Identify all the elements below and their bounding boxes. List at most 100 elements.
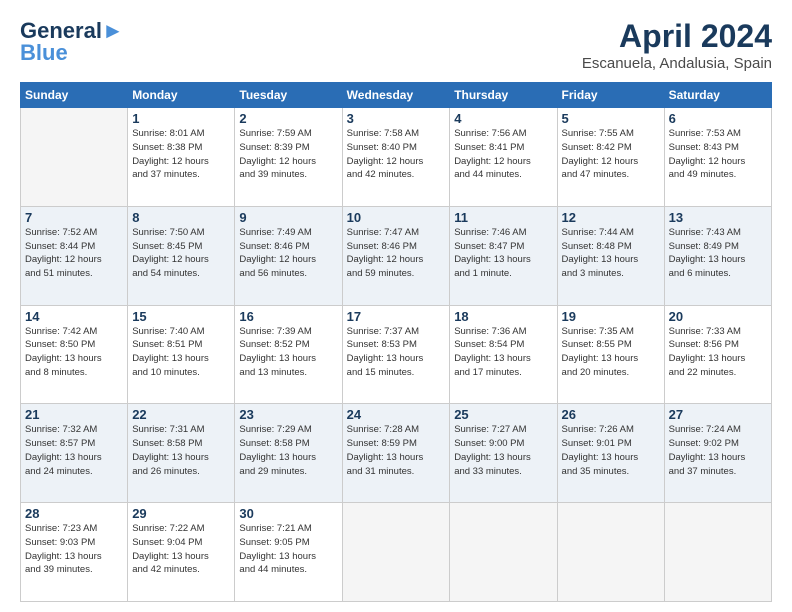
day-number: 13 xyxy=(669,210,767,225)
table-row: 16Sunrise: 7:39 AM Sunset: 8:52 PM Dayli… xyxy=(235,305,342,404)
table-row: 19Sunrise: 7:35 AM Sunset: 8:55 PM Dayli… xyxy=(557,305,664,404)
day-number: 4 xyxy=(454,111,552,126)
table-row: 18Sunrise: 7:36 AM Sunset: 8:54 PM Dayli… xyxy=(450,305,557,404)
day-number: 25 xyxy=(454,407,552,422)
day-number: 16 xyxy=(239,309,337,324)
table-row: 20Sunrise: 7:33 AM Sunset: 8:56 PM Dayli… xyxy=(664,305,771,404)
col-tuesday: Tuesday xyxy=(235,83,342,108)
table-row xyxy=(450,503,557,602)
table-row: 10Sunrise: 7:47 AM Sunset: 8:46 PM Dayli… xyxy=(342,206,450,305)
day-number: 11 xyxy=(454,210,552,225)
col-wednesday: Wednesday xyxy=(342,83,450,108)
day-number: 23 xyxy=(239,407,337,422)
table-row: 30Sunrise: 7:21 AM Sunset: 9:05 PM Dayli… xyxy=(235,503,342,602)
table-row: 29Sunrise: 7:22 AM Sunset: 9:04 PM Dayli… xyxy=(128,503,235,602)
table-row: 1Sunrise: 8:01 AM Sunset: 8:38 PM Daylig… xyxy=(128,108,235,207)
table-row: 7Sunrise: 7:52 AM Sunset: 8:44 PM Daylig… xyxy=(21,206,128,305)
day-number: 3 xyxy=(347,111,446,126)
table-row: 4Sunrise: 7:56 AM Sunset: 8:41 PM Daylig… xyxy=(450,108,557,207)
page: General► Blue April 2024 Escanuela, Anda… xyxy=(0,0,792,612)
day-info: Sunrise: 7:24 AM Sunset: 9:02 PM Dayligh… xyxy=(669,423,767,478)
day-info: Sunrise: 7:33 AM Sunset: 8:56 PM Dayligh… xyxy=(669,325,767,380)
day-number: 12 xyxy=(562,210,660,225)
day-info: Sunrise: 7:53 AM Sunset: 8:43 PM Dayligh… xyxy=(669,127,767,182)
table-row: 28Sunrise: 7:23 AM Sunset: 9:03 PM Dayli… xyxy=(21,503,128,602)
day-info: Sunrise: 7:50 AM Sunset: 8:45 PM Dayligh… xyxy=(132,226,230,281)
day-info: Sunrise: 7:37 AM Sunset: 8:53 PM Dayligh… xyxy=(347,325,446,380)
table-row: 22Sunrise: 7:31 AM Sunset: 8:58 PM Dayli… xyxy=(128,404,235,503)
day-number: 5 xyxy=(562,111,660,126)
day-number: 26 xyxy=(562,407,660,422)
day-number: 7 xyxy=(25,210,123,225)
table-row xyxy=(664,503,771,602)
day-info: Sunrise: 7:52 AM Sunset: 8:44 PM Dayligh… xyxy=(25,226,123,281)
day-number: 14 xyxy=(25,309,123,324)
day-info: Sunrise: 7:28 AM Sunset: 8:59 PM Dayligh… xyxy=(347,423,446,478)
day-info: Sunrise: 7:39 AM Sunset: 8:52 PM Dayligh… xyxy=(239,325,337,380)
day-number: 22 xyxy=(132,407,230,422)
col-saturday: Saturday xyxy=(664,83,771,108)
col-sunday: Sunday xyxy=(21,83,128,108)
table-row xyxy=(557,503,664,602)
day-info: Sunrise: 7:46 AM Sunset: 8:47 PM Dayligh… xyxy=(454,226,552,281)
day-number: 8 xyxy=(132,210,230,225)
table-row: 21Sunrise: 7:32 AM Sunset: 8:57 PM Dayli… xyxy=(21,404,128,503)
table-row: 23Sunrise: 7:29 AM Sunset: 8:58 PM Dayli… xyxy=(235,404,342,503)
day-info: Sunrise: 7:55 AM Sunset: 8:42 PM Dayligh… xyxy=(562,127,660,182)
day-number: 19 xyxy=(562,309,660,324)
table-row: 3Sunrise: 7:58 AM Sunset: 8:40 PM Daylig… xyxy=(342,108,450,207)
day-info: Sunrise: 7:31 AM Sunset: 8:58 PM Dayligh… xyxy=(132,423,230,478)
day-number: 18 xyxy=(454,309,552,324)
table-row: 14Sunrise: 7:42 AM Sunset: 8:50 PM Dayli… xyxy=(21,305,128,404)
calendar-week-row: 7Sunrise: 7:52 AM Sunset: 8:44 PM Daylig… xyxy=(21,206,772,305)
calendar-week-row: 1Sunrise: 8:01 AM Sunset: 8:38 PM Daylig… xyxy=(21,108,772,207)
day-info: Sunrise: 7:47 AM Sunset: 8:46 PM Dayligh… xyxy=(347,226,446,281)
calendar-subtitle: Escanuela, Andalusia, Spain xyxy=(582,55,772,72)
day-number: 20 xyxy=(669,309,767,324)
header: General► Blue April 2024 Escanuela, Anda… xyxy=(20,18,772,72)
table-row xyxy=(342,503,450,602)
day-info: Sunrise: 7:43 AM Sunset: 8:49 PM Dayligh… xyxy=(669,226,767,281)
table-row: 24Sunrise: 7:28 AM Sunset: 8:59 PM Dayli… xyxy=(342,404,450,503)
table-row: 25Sunrise: 7:27 AM Sunset: 9:00 PM Dayli… xyxy=(450,404,557,503)
calendar-week-row: 14Sunrise: 7:42 AM Sunset: 8:50 PM Dayli… xyxy=(21,305,772,404)
day-number: 15 xyxy=(132,309,230,324)
calendar-title: April 2024 xyxy=(582,18,772,55)
day-info: Sunrise: 7:26 AM Sunset: 9:01 PM Dayligh… xyxy=(562,423,660,478)
logo: General► Blue xyxy=(20,18,124,66)
day-info: Sunrise: 7:23 AM Sunset: 9:03 PM Dayligh… xyxy=(25,522,123,577)
day-info: Sunrise: 7:21 AM Sunset: 9:05 PM Dayligh… xyxy=(239,522,337,577)
day-number: 27 xyxy=(669,407,767,422)
day-info: Sunrise: 7:58 AM Sunset: 8:40 PM Dayligh… xyxy=(347,127,446,182)
header-row: Sunday Monday Tuesday Wednesday Thursday… xyxy=(21,83,772,108)
table-row: 15Sunrise: 7:40 AM Sunset: 8:51 PM Dayli… xyxy=(128,305,235,404)
day-info: Sunrise: 7:40 AM Sunset: 8:51 PM Dayligh… xyxy=(132,325,230,380)
day-number: 30 xyxy=(239,506,337,521)
table-row: 6Sunrise: 7:53 AM Sunset: 8:43 PM Daylig… xyxy=(664,108,771,207)
day-number: 1 xyxy=(132,111,230,126)
day-number: 29 xyxy=(132,506,230,521)
day-info: Sunrise: 7:35 AM Sunset: 8:55 PM Dayligh… xyxy=(562,325,660,380)
table-row: 13Sunrise: 7:43 AM Sunset: 8:49 PM Dayli… xyxy=(664,206,771,305)
table-row: 26Sunrise: 7:26 AM Sunset: 9:01 PM Dayli… xyxy=(557,404,664,503)
table-row: 11Sunrise: 7:46 AM Sunset: 8:47 PM Dayli… xyxy=(450,206,557,305)
day-info: Sunrise: 7:44 AM Sunset: 8:48 PM Dayligh… xyxy=(562,226,660,281)
calendar-table: Sunday Monday Tuesday Wednesday Thursday… xyxy=(20,82,772,602)
calendar-week-row: 21Sunrise: 7:32 AM Sunset: 8:57 PM Dayli… xyxy=(21,404,772,503)
day-info: Sunrise: 7:22 AM Sunset: 9:04 PM Dayligh… xyxy=(132,522,230,577)
title-block: April 2024 Escanuela, Andalusia, Spain xyxy=(582,18,772,72)
day-info: Sunrise: 7:59 AM Sunset: 8:39 PM Dayligh… xyxy=(239,127,337,182)
day-info: Sunrise: 8:01 AM Sunset: 8:38 PM Dayligh… xyxy=(132,127,230,182)
day-number: 2 xyxy=(239,111,337,126)
table-row: 9Sunrise: 7:49 AM Sunset: 8:46 PM Daylig… xyxy=(235,206,342,305)
table-row: 8Sunrise: 7:50 AM Sunset: 8:45 PM Daylig… xyxy=(128,206,235,305)
day-info: Sunrise: 7:42 AM Sunset: 8:50 PM Dayligh… xyxy=(25,325,123,380)
day-number: 9 xyxy=(239,210,337,225)
day-number: 6 xyxy=(669,111,767,126)
table-row: 2Sunrise: 7:59 AM Sunset: 8:39 PM Daylig… xyxy=(235,108,342,207)
col-thursday: Thursday xyxy=(450,83,557,108)
day-info: Sunrise: 7:32 AM Sunset: 8:57 PM Dayligh… xyxy=(25,423,123,478)
day-info: Sunrise: 7:56 AM Sunset: 8:41 PM Dayligh… xyxy=(454,127,552,182)
logo-blue: Blue xyxy=(20,40,68,66)
day-info: Sunrise: 7:49 AM Sunset: 8:46 PM Dayligh… xyxy=(239,226,337,281)
